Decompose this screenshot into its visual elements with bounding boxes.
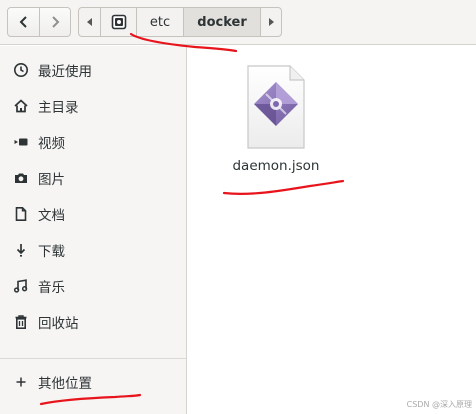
json-file-icon [247,65,305,149]
camera-icon [15,173,27,183]
plus-icon [16,377,26,387]
home-icon [14,99,28,113]
sidebar-item-label: 音乐 [38,280,65,296]
path-scroll-left-button[interactable] [79,8,100,36]
watermark: CSDN @深入原理 [406,400,472,409]
file-name-label: daemon.json [232,158,320,174]
sidebar-item-label: 主目录 [38,100,79,116]
music-icon [13,279,28,293]
sidebar-item-documents[interactable]: 文档 [0,196,186,232]
path-bar: etc docker [78,7,282,37]
sidebar-item-other-locations[interactable]: 其他位置 [0,364,186,400]
path-segment-etc[interactable]: etc [136,8,183,36]
sidebar-item-label: 其他位置 [38,376,92,392]
trash-icon [15,315,27,329]
header-bar: etc docker [0,0,476,45]
sidebar-item-label: 回收站 [38,316,79,332]
path-segment-label: docker [197,14,247,30]
sidebar-item-label: 文档 [38,208,65,224]
sidebar-item-label: 图片 [38,172,65,188]
sidebar-item-recent[interactable]: 最近使用 [0,52,186,88]
sidebar-item-videos[interactable]: 视频 [0,124,186,160]
download-icon [16,244,26,257]
file-item-daemon-json[interactable]: daemon.json [224,60,344,180]
path-segment-label: etc [149,14,171,30]
sidebar-item-label: 最近使用 [38,64,92,80]
triangle-right-icon [268,18,274,26]
sidebar-item-pictures[interactable]: 图片 [0,160,186,196]
document-icon [15,207,27,221]
sidebar: 最近使用 主目录 视频 图片 文档 下载 音乐 回收站 其他位置 [0,46,187,414]
sidebar-item-label: 下载 [38,244,65,260]
path-scroll-right-button[interactable] [260,8,281,36]
back-button[interactable] [8,8,39,36]
path-root-button[interactable] [100,8,136,36]
sidebar-separator [0,358,186,359]
history-buttons [7,7,71,37]
file-view: daemon.json [188,46,476,414]
sidebar-item-label: 视频 [38,136,65,152]
sidebar-item-trash[interactable]: 回收站 [0,304,186,340]
chevron-left-icon [19,16,27,28]
triangle-left-icon [87,18,92,26]
forward-button[interactable] [39,8,70,36]
sidebar-item-home[interactable]: 主目录 [0,88,186,124]
drive-icon [111,14,126,30]
clock-icon [14,63,28,77]
path-segment-docker[interactable]: docker [183,8,260,36]
sidebar-item-downloads[interactable]: 下载 [0,232,186,268]
chevron-right-icon [52,16,60,28]
sidebar-item-music[interactable]: 音乐 [0,268,186,304]
video-icon [14,138,28,146]
